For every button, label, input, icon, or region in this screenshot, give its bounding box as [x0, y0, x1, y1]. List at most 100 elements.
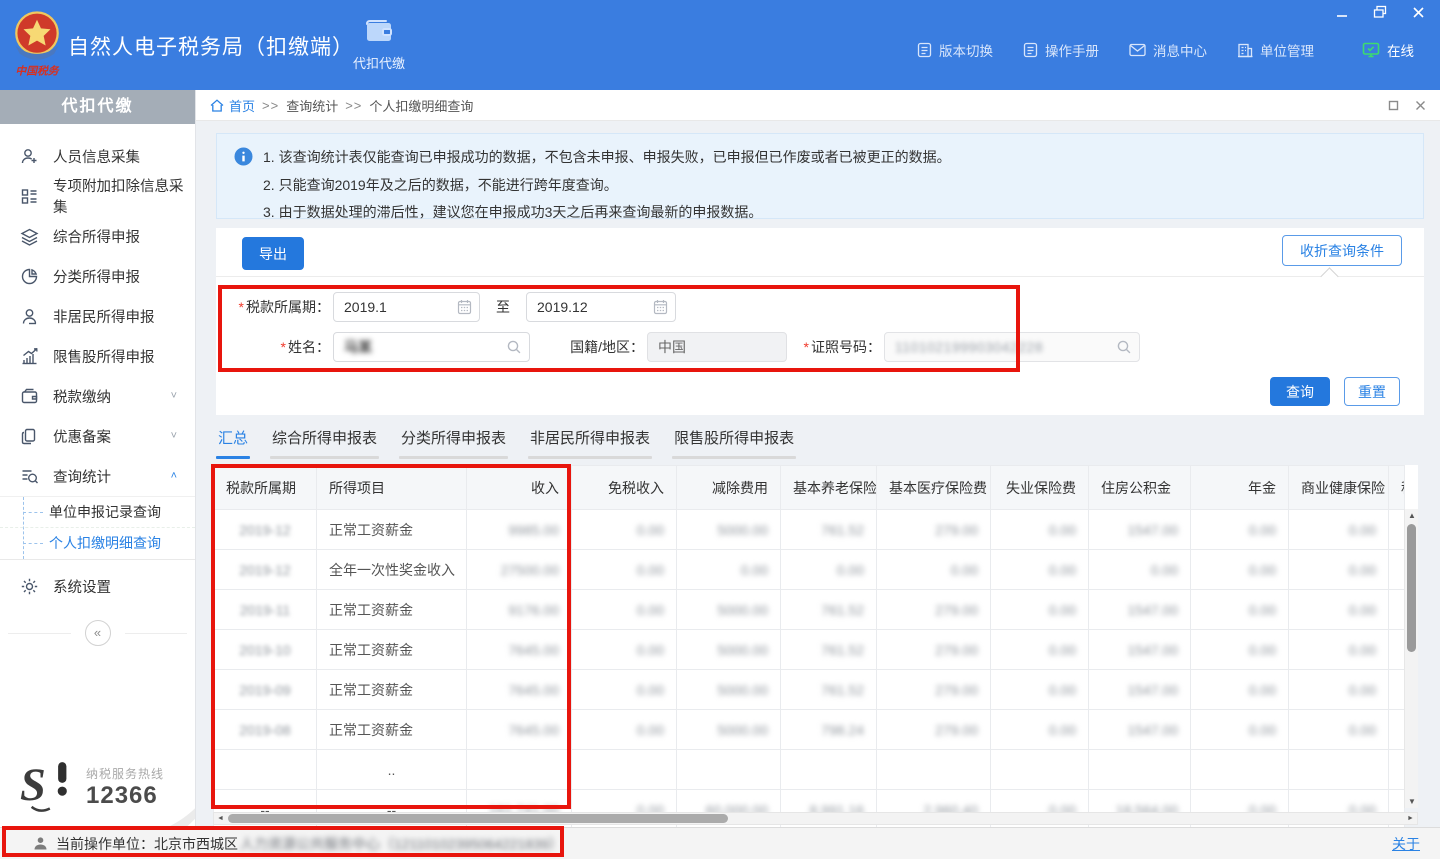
breadcrumb-level2: 个人扣缴明细查询	[369, 96, 473, 115]
tab-nonresident[interactable]: 非居民所得申报表	[528, 427, 652, 459]
menu-unit-management[interactable]: 单位管理	[1237, 40, 1314, 60]
income-item-cell: 正常工资薪金	[317, 630, 467, 670]
query-panel: 导出 收折查询条件 *税款所属期： 2019.1 至 2019.12	[216, 228, 1424, 415]
period-label: 税款所属期：	[246, 299, 330, 315]
scroll-right-icon[interactable]: ►	[1404, 813, 1417, 824]
collapse-query-button[interactable]: 收折查询条件	[1282, 235, 1402, 266]
period-row: *税款所属期： 2019.1 至 2019.12	[216, 292, 1424, 322]
result-tabs: 汇总 综合所得申报表 分类所得申报表 非居民所得申报表 限售股所得申报表	[216, 423, 796, 459]
tab-classified[interactable]: 分类所得申报表	[399, 427, 508, 459]
table-header-row: 税款所属期 所得项目 收入 免税收入 减除费用 基本养老保险费 基本医疗保险费 …	[214, 466, 1405, 510]
tab-daikou-daijiao[interactable]: 代扣代缴	[346, 18, 412, 72]
home-icon	[210, 99, 224, 112]
id-label: 证照号码：	[811, 339, 881, 355]
tab-restricted-stock[interactable]: 限售股所得申报表	[672, 427, 796, 459]
nationality-label: 国籍/地区：	[544, 337, 644, 357]
chevron-down-icon: ˅	[171, 430, 177, 442]
sidebar-item-special-deduction[interactable]: 专项附加扣除信息采集	[0, 176, 195, 216]
sidebar-item-preferential-record[interactable]: 优惠备案 ˅	[0, 416, 195, 456]
period-from-input[interactable]: 2019.1	[333, 292, 480, 322]
svg-text:中国税务: 中国税务	[15, 65, 60, 78]
sidebar-item-restricted-stock[interactable]: 限售股所得申报	[0, 336, 195, 376]
notice-line: 3. 由于数据处理的滞后性，建议您在申报成功3天之后再来查询最新的申报数据。	[263, 199, 1405, 227]
query-statistics-submenu: 单位申报记录查询 个人扣缴明细查询	[0, 496, 195, 560]
search-icon[interactable]	[506, 339, 522, 355]
vertical-scroll-thumb[interactable]	[1407, 524, 1416, 652]
stock-chart-icon	[20, 346, 40, 366]
breadcrumb-home[interactable]: 首页	[210, 96, 255, 115]
col-tax-free-income: 免税收入	[572, 466, 677, 510]
income-item-cell: 正常工资薪金	[317, 710, 467, 750]
minimize-icon[interactable]	[1334, 4, 1350, 20]
query-stats-icon	[20, 466, 40, 486]
table-row[interactable]: 2019-10 正常工资薪金 7645.00 0.00 5000.00 761.…	[214, 630, 1405, 670]
menu-online-status[interactable]: 在线	[1362, 40, 1414, 60]
primary-tab-label: 代扣代缴	[346, 53, 412, 72]
table-row[interactable]: 2019-12 全年一次性奖金收入 27500.00 0.00 0.00 0.0…	[214, 550, 1405, 590]
panel-maximize-icon[interactable]	[1388, 100, 1399, 111]
calendar-icon[interactable]	[457, 299, 472, 315]
name-label: 姓名：	[288, 339, 330, 355]
wallet-icon	[364, 18, 394, 44]
panel-close-icon[interactable]	[1415, 100, 1426, 111]
query-button[interactable]: 查询	[1270, 377, 1330, 406]
about-link[interactable]: 关于	[1392, 834, 1420, 854]
scroll-down-icon[interactable]: ▼	[1405, 795, 1419, 808]
horizontal-scrollbar[interactable]: ◄ ►	[213, 812, 1418, 825]
sidebar-item-personnel-info[interactable]: 人员信息采集	[0, 136, 195, 176]
sidebar: 代扣代缴 人员信息采集 专项附加扣除信息采集 综合所得申报	[0, 90, 196, 859]
menu-message-center[interactable]: 消息中心	[1129, 40, 1207, 60]
chevron-down-icon: ˅	[171, 390, 177, 402]
col-medical-insurance: 基本医疗保险费	[877, 466, 991, 510]
id-number-input[interactable]: 110102199903042228	[884, 332, 1140, 362]
period-to-input[interactable]: 2019.12	[526, 292, 676, 322]
hotline-logo: S	[20, 757, 78, 817]
to-label: 至	[480, 297, 526, 317]
table-row[interactable]: 2019-12 正常工资薪金 9985.00 0.00 5000.00 761.…	[214, 510, 1405, 550]
menu-manual[interactable]: 操作手册	[1023, 40, 1099, 60]
restore-icon[interactable]	[1372, 4, 1388, 20]
result-table-wrap: 税款所属期 所得项目 收入 免税收入 减除费用 基本养老保险费 基本医疗保险费 …	[213, 465, 1418, 808]
table-ellipsis-row: ..	[214, 750, 1405, 790]
vertical-scrollbar[interactable]: ▲ ▼	[1404, 509, 1418, 808]
sidebar-item-query-statistics[interactable]: 查询统计 ˄	[0, 456, 195, 496]
table-row[interactable]: 2019-08 正常工资薪金 7645.00 0.00 5000.00 798.…	[214, 710, 1405, 750]
sidebar-menu: 人员信息采集 专项附加扣除信息采集 综合所得申报 分类所得申报	[0, 136, 195, 646]
sidebar-item-system-settings[interactable]: 系统设置	[0, 566, 195, 606]
tab-comprehensive[interactable]: 综合所得申报表	[270, 427, 379, 459]
current-unit-value: 北京市西城区	[154, 834, 238, 854]
col-housing-fund: 住房公积金	[1089, 466, 1191, 510]
sidebar-item-nonresident-income[interactable]: 非居民所得申报	[0, 296, 195, 336]
sidebar-subitem-personal-withholding-detail[interactable]: 个人扣缴明细查询	[0, 528, 195, 559]
menu-version-switch[interactable]: 版本切换	[917, 40, 993, 60]
sidebar-item-tax-payment[interactable]: 税款缴纳 ˅	[0, 376, 195, 416]
table-row[interactable]: 2019-09 正常工资薪金 7645.00 0.00 5000.00 761.…	[214, 670, 1405, 710]
col-pension-insurance: 基本养老保险费	[781, 466, 877, 510]
horizontal-scroll-thumb[interactable]	[228, 814, 728, 823]
sidebar-subitem-unit-declare-records[interactable]: 单位申报记录查询	[0, 497, 195, 528]
table-row[interactable]: 2019-11 正常工资薪金 9176.00 0.00 5000.00 761.…	[214, 590, 1405, 630]
scroll-up-icon[interactable]: ▲	[1405, 509, 1419, 522]
search-icon[interactable]	[1116, 339, 1132, 355]
col-deduction: 减除费用	[677, 466, 781, 510]
sidebar-item-comprehensive-income[interactable]: 综合所得申报	[0, 216, 195, 256]
document-icon	[1023, 42, 1038, 58]
name-input[interactable]: 马某	[333, 332, 530, 362]
notice-line: 2. 只能查询2019年及之后的数据，不能进行跨年度查询。	[263, 172, 1405, 200]
calendar-icon[interactable]	[653, 299, 668, 315]
pie-chart-icon	[20, 266, 40, 286]
header-menu: 版本切换 操作手册 消息中心 单位管理	[917, 40, 1414, 60]
breadcrumb-level1[interactable]: 查询统计	[286, 96, 338, 115]
close-icon[interactable]	[1410, 4, 1426, 20]
app-header: 中国税务 自然人电子税务局（扣缴端） 代扣代缴 版本切换	[0, 0, 1440, 90]
person-add-icon	[20, 146, 40, 166]
sidebar-item-classified-income[interactable]: 分类所得申报	[0, 256, 195, 296]
tab-summary[interactable]: 汇总	[216, 427, 250, 459]
col-cutoff: 税	[1389, 466, 1405, 510]
collapse-sidebar-icon[interactable]: «	[85, 620, 111, 646]
form-list-icon	[20, 186, 40, 206]
scroll-left-icon[interactable]: ◄	[214, 813, 227, 824]
layers-icon	[20, 226, 40, 246]
export-button[interactable]: 导出	[242, 237, 304, 270]
reset-button[interactable]: 重置	[1344, 377, 1400, 406]
